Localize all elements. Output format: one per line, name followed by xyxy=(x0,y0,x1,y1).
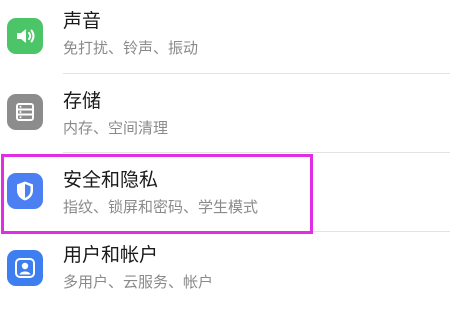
settings-item-sound[interactable]: 声音 免打扰、铃声、振动 xyxy=(0,0,450,74)
storage-icon xyxy=(7,94,43,130)
shield-icon xyxy=(7,173,43,209)
speaker-icon xyxy=(7,18,43,54)
settings-item-subtitle: 免打扰、铃声、振动 xyxy=(63,39,199,57)
settings-item-subtitle: 指纹、锁屏和密码、学生模式 xyxy=(63,198,259,216)
settings-item-storage[interactable]: 存储 内存、空间清理 xyxy=(0,74,450,152)
settings-item-title: 安全和隐私 xyxy=(63,169,159,191)
settings-item-subtitle: 多用户、云服务、帐户 xyxy=(63,273,214,291)
settings-item-title: 声音 xyxy=(63,10,102,32)
settings-item-security-privacy[interactable]: 安全和隐私 指纹、锁屏和密码、学生模式 xyxy=(0,153,450,231)
user-icon xyxy=(7,250,43,286)
settings-item-title: 存储 xyxy=(63,90,102,112)
settings-item-subtitle: 内存、空间清理 xyxy=(63,119,169,137)
settings-item-title: 用户和帐户 xyxy=(63,244,159,266)
settings-item-users-accounts[interactable]: 用户和帐户 多用户、云服务、帐户 xyxy=(0,232,450,310)
